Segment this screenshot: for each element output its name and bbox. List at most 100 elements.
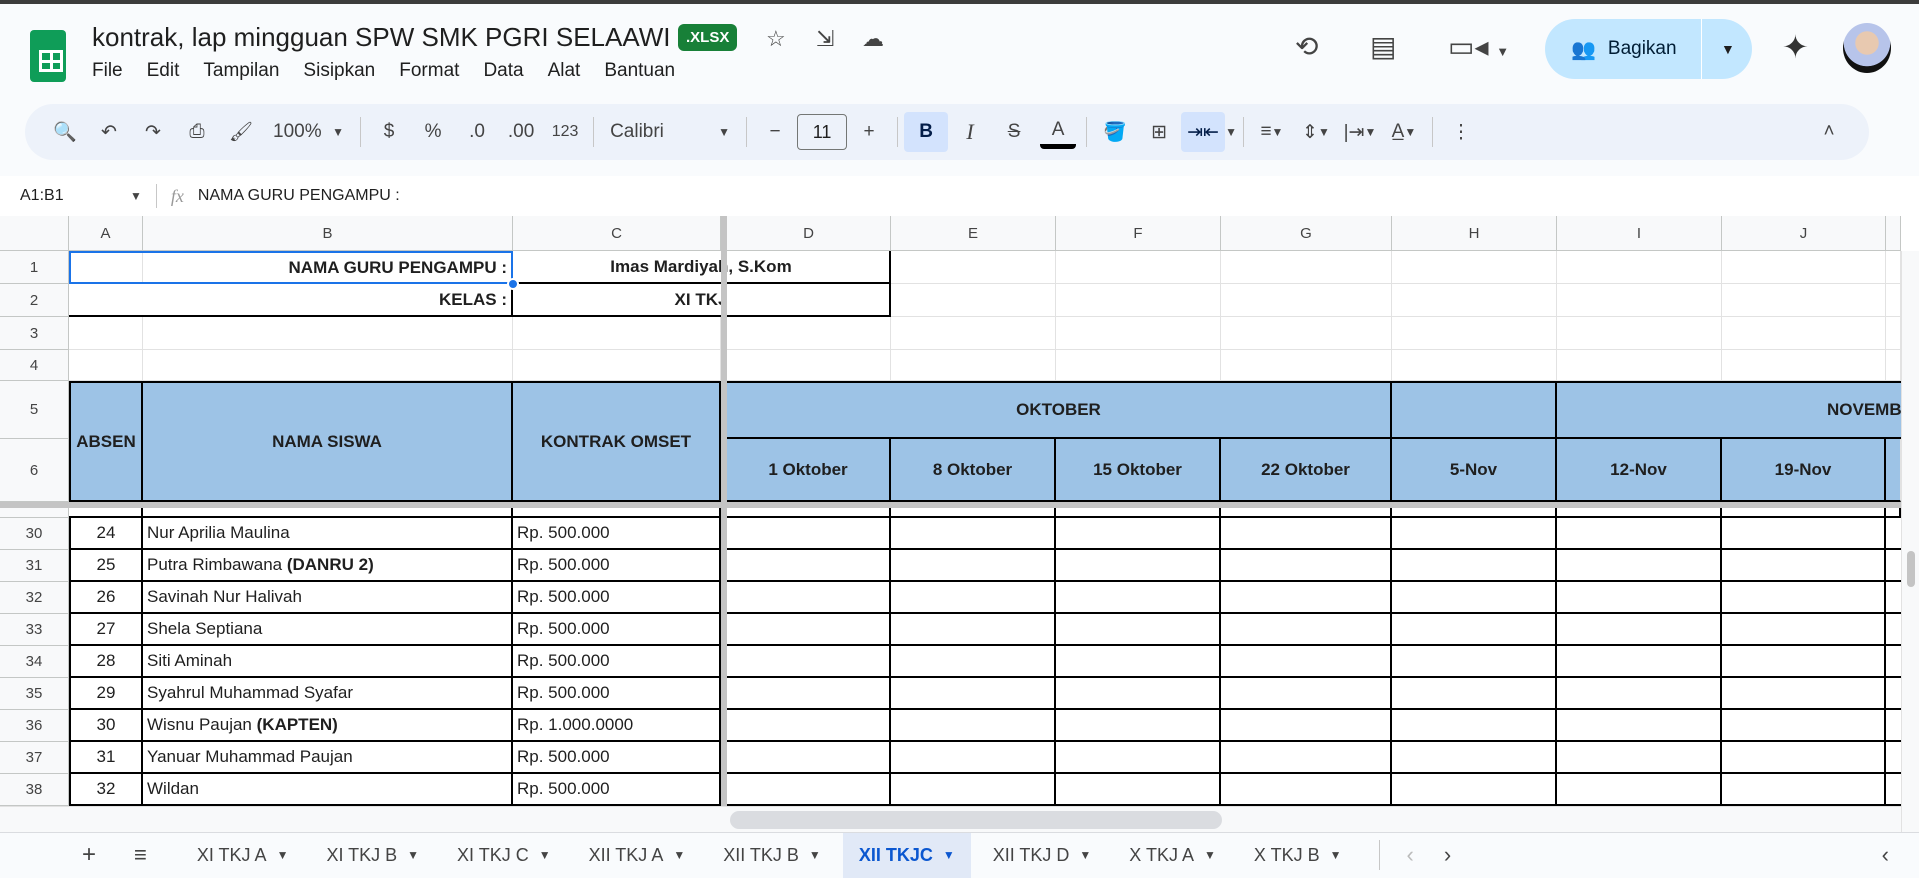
scroll-tabs-right-icon[interactable]: › — [1444, 842, 1451, 868]
fill-color-button[interactable]: 🪣 — [1093, 112, 1137, 152]
collapse-menus-icon[interactable]: ˄ — [1807, 112, 1851, 152]
weekly-report-cell[interactable] — [1056, 582, 1221, 614]
avatar[interactable] — [1843, 23, 1891, 73]
sheet-tab[interactable]: XII TKJC ▼ — [842, 832, 971, 878]
select-all-corner[interactable] — [0, 216, 69, 251]
grid-cell[interactable] — [1722, 350, 1886, 381]
sheet-tab[interactable]: XII TKJ A ▼ — [573, 833, 702, 878]
kelas-label-cell[interactable]: KELAS : — [69, 284, 513, 317]
share-dropdown-icon[interactable]: ▼ — [1721, 41, 1735, 57]
kontrak-cell[interactable]: Rp. 500.000 — [513, 614, 721, 646]
merge-dropdown-icon[interactable]: ▼ — [1225, 125, 1237, 139]
weekly-report-cell[interactable] — [1886, 550, 1901, 582]
grid-cell[interactable] — [1886, 317, 1901, 350]
meet-video-icon[interactable]: ▭◂ ▼ — [1448, 30, 1509, 63]
weekly-report-cell[interactable] — [1392, 582, 1557, 614]
row-header-38[interactable]: 38 — [0, 774, 69, 806]
weekly-report-cell[interactable] — [1221, 678, 1392, 710]
grid-cell[interactable] — [1221, 350, 1392, 381]
weekly-report-cell[interactable] — [1886, 774, 1901, 806]
weekly-report-cell[interactable] — [1221, 614, 1392, 646]
weekly-report-cell[interactable] — [1221, 518, 1392, 550]
weekly-report-cell[interactable] — [1056, 614, 1221, 646]
grid-cell[interactable] — [891, 350, 1056, 381]
version-history-icon[interactable]: ⟲ — [1295, 30, 1318, 63]
row-header-32[interactable]: 32 — [0, 582, 69, 614]
grid-cell[interactable] — [513, 508, 721, 518]
horizontal-scroll-thumb[interactable] — [730, 811, 1222, 829]
nama-siswa-cell[interactable]: Nur Aprilia Maulina — [143, 518, 513, 550]
grid-cell[interactable] — [1557, 251, 1722, 284]
vertical-scrollbar[interactable] — [1901, 251, 1919, 832]
weekly-report-cell[interactable] — [1557, 550, 1722, 582]
column-header-e[interactable]: E — [891, 216, 1056, 251]
weekly-report-cell[interactable] — [1056, 678, 1221, 710]
zoom-select[interactable]: 100% ▼ — [263, 112, 354, 152]
header-date[interactable]: 22 Oktober — [1221, 439, 1392, 502]
sheet-tab-dropdown-icon[interactable]: ▼ — [1079, 848, 1091, 862]
grid-cell[interactable] — [727, 508, 891, 518]
weekly-report-cell[interactable] — [1392, 518, 1557, 550]
header-month-november[interactable]: NOVEMBER — [1557, 381, 1901, 439]
grid-cell[interactable] — [1056, 284, 1221, 317]
header-absen[interactable]: ABSEN — [69, 381, 143, 502]
weekly-report-cell[interactable] — [891, 518, 1056, 550]
more-options-icon[interactable]: ⋮ — [1439, 112, 1483, 152]
weekly-report-cell[interactable] — [1056, 550, 1221, 582]
grid-cell[interactable] — [1557, 350, 1722, 381]
menu-file[interactable]: File — [92, 60, 123, 82]
column-header-a[interactable]: A — [69, 216, 143, 251]
add-sheet-icon[interactable]: + — [82, 841, 96, 869]
text-color-button[interactable]: A — [1040, 115, 1077, 149]
move-folder-icon[interactable]: ⇲ — [816, 26, 834, 52]
column-header-b[interactable]: B — [143, 216, 513, 251]
font-select[interactable]: Calibri ▼ — [600, 112, 740, 152]
header-month-blank[interactable] — [1392, 381, 1557, 439]
sheets-logo-icon[interactable] — [30, 30, 66, 82]
grid-cell[interactable] — [69, 350, 143, 381]
sheet-tab[interactable]: XII TKJ B ▼ — [707, 833, 837, 878]
sheet-tab[interactable]: X TKJ B ▼ — [1238, 833, 1358, 878]
text-rotation-button[interactable]: A̲ ▼ — [1382, 112, 1426, 152]
weekly-report-cell[interactable] — [1221, 710, 1392, 742]
menu-tampilan[interactable]: Tampilan — [203, 60, 279, 82]
vertical-scroll-thumb[interactable] — [1907, 551, 1915, 587]
font-size-input[interactable]: 11 — [797, 114, 848, 150]
absen-cell[interactable]: 24 — [69, 518, 143, 550]
weekly-report-cell[interactable] — [727, 646, 891, 678]
nama-siswa-cell[interactable]: Syahrul Muhammad Syafar — [143, 678, 513, 710]
weekly-report-cell[interactable] — [727, 614, 891, 646]
column-header-h[interactable]: H — [1392, 216, 1557, 251]
sheet-tab[interactable]: XI TKJ A ▼ — [181, 833, 305, 878]
weekly-report-cell[interactable] — [891, 742, 1056, 774]
sheet-tab-dropdown-icon[interactable]: ▼ — [539, 848, 551, 862]
weekly-report-cell[interactable] — [727, 678, 891, 710]
currency-format-button[interactable]: $ — [367, 112, 411, 152]
italic-button[interactable]: I — [948, 112, 992, 152]
grid-cell[interactable] — [513, 350, 721, 381]
grid-cell[interactable] — [891, 508, 1056, 518]
kontrak-cell[interactable]: Rp. 500.000 — [513, 774, 721, 806]
star-icon[interactable]: ☆ — [766, 26, 786, 52]
header-date[interactable]: 1 Oktober — [727, 439, 891, 502]
grid-cell[interactable] — [1392, 508, 1557, 518]
kontrak-cell[interactable]: Rp. 500.000 — [513, 742, 721, 774]
weekly-report-cell[interactable] — [891, 646, 1056, 678]
weekly-report-cell[interactable] — [891, 582, 1056, 614]
grid-cell[interactable] — [1722, 317, 1886, 350]
row-header-5[interactable]: 5 — [0, 381, 69, 439]
absen-cell[interactable]: 27 — [69, 614, 143, 646]
grid-cell[interactable] — [1722, 284, 1886, 317]
row-header-34[interactable]: 34 — [0, 646, 69, 678]
weekly-report-cell[interactable] — [727, 774, 891, 806]
nama-siswa-cell[interactable]: Savinah Nur Halivah — [143, 582, 513, 614]
weekly-report-cell[interactable] — [1722, 550, 1886, 582]
row-header-4[interactable]: 4 — [0, 350, 69, 381]
comments-icon[interactable]: ▤ — [1370, 30, 1396, 63]
weekly-report-cell[interactable] — [1722, 646, 1886, 678]
weekly-report-cell[interactable] — [891, 614, 1056, 646]
undo-icon[interactable]: ↶ — [87, 112, 131, 152]
weekly-report-cell[interactable] — [1722, 518, 1886, 550]
share-button[interactable]: 👥 Bagikan ▼ — [1545, 19, 1752, 79]
selection-fill-handle[interactable] — [507, 278, 519, 290]
